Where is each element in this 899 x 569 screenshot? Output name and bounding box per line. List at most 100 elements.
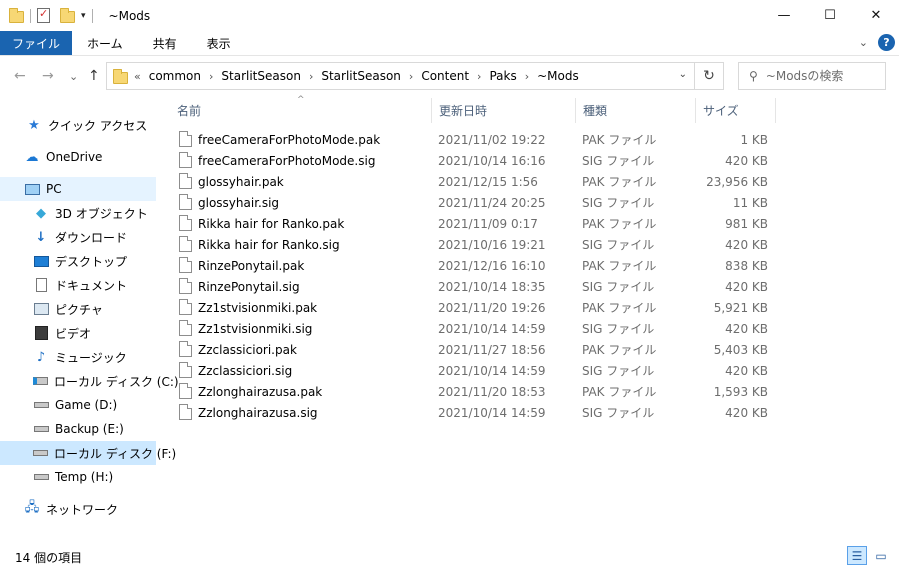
- maximize-button[interactable]: ☐: [807, 0, 853, 31]
- sidebar-item-pc[interactable]: PC: [0, 177, 156, 201]
- column-header-name[interactable]: 名前: [169, 98, 423, 123]
- file-size: 420 KB: [725, 279, 768, 294]
- sidebar-item-pictures[interactable]: ピクチャ: [0, 297, 156, 321]
- file-name: freeCameraForPhotoMode.sig: [198, 153, 376, 168]
- sidebar-item-drive-f[interactable]: ローカル ディスク (F:): [0, 441, 176, 465]
- table-row[interactable]: glossyhair.pak 2021/12/15 1:56 PAK ファイル …: [160, 171, 780, 192]
- recent-locations-dropdown[interactable]: ⌄: [69, 70, 78, 83]
- download-icon: ↓: [35, 229, 47, 245]
- file-icon: [179, 299, 192, 315]
- sidebar-item-quick-access[interactable]: ★ クイック アクセス: [0, 113, 156, 137]
- chevron-right-icon[interactable]: ›: [409, 70, 413, 83]
- refresh-button[interactable]: ↻: [695, 62, 724, 90]
- up-button[interactable]: ↑: [88, 68, 100, 84]
- breadcrumb-item[interactable]: Paks: [489, 69, 516, 83]
- chevron-right-icon[interactable]: ›: [209, 70, 213, 83]
- file-name: Zzclassiciori.pak: [198, 342, 297, 357]
- tab-share[interactable]: 共有: [138, 31, 192, 55]
- sidebar-item-videos[interactable]: ビデオ: [0, 321, 156, 345]
- sidebar-item-drive-d[interactable]: Game (D:): [0, 393, 156, 417]
- file-date: 2021/10/14 18:35: [438, 279, 546, 294]
- properties-icon[interactable]: [37, 7, 50, 23]
- pc-icon: [24, 181, 40, 197]
- table-row[interactable]: Zzclassiciori.sig 2021/10/14 14:59 SIG フ…: [160, 360, 780, 381]
- tab-home[interactable]: ホーム: [72, 31, 138, 55]
- column-divider[interactable]: [775, 98, 776, 123]
- customize-toolbar-dropdown-icon[interactable]: ▾: [81, 11, 86, 21]
- file-date: 2021/11/24 20:25: [438, 195, 546, 210]
- table-row[interactable]: Zz1stvisionmiki.pak 2021/11/20 19:26 PAK…: [160, 297, 780, 318]
- address-bar[interactable]: « common › StarlitSeason › StarlitSeason…: [106, 62, 695, 90]
- table-row[interactable]: glossyhair.sig 2021/11/24 20:25 SIG ファイル…: [160, 192, 780, 213]
- table-row[interactable]: Zz1stvisionmiki.sig 2021/10/14 14:59 SIG…: [160, 318, 780, 339]
- column-header-date[interactable]: 更新日時: [431, 98, 575, 123]
- sidebar-item-label: ビデオ: [55, 326, 92, 341]
- chevron-right-icon[interactable]: ›: [477, 70, 481, 83]
- sidebar-item-drive-e[interactable]: Backup (E:): [0, 417, 156, 441]
- close-button[interactable]: ✕: [853, 0, 899, 31]
- file-type: PAK ファイル: [582, 385, 657, 399]
- search-input[interactable]: [765, 69, 876, 83]
- forward-button[interactable]: →: [42, 68, 54, 84]
- column-header-type[interactable]: 種類: [575, 98, 695, 123]
- breadcrumb-item[interactable]: StarlitSeason: [321, 69, 401, 83]
- chevron-right-icon[interactable]: ›: [525, 70, 529, 83]
- tab-view[interactable]: 表示: [192, 31, 246, 55]
- breadcrumb-item[interactable]: common: [149, 69, 201, 83]
- back-button[interactable]: ←: [14, 68, 26, 84]
- sidebar-item-music[interactable]: ♪ ミュージック: [0, 345, 156, 369]
- table-row[interactable]: RinzePonytail.pak 2021/12/16 16:10 PAK フ…: [160, 255, 780, 276]
- table-row[interactable]: Zzlonghairazusa.sig 2021/10/14 14:59 SIG…: [160, 402, 780, 423]
- file-date: 2021/10/14 14:59: [438, 321, 546, 336]
- sidebar-item-label: 3D オブジェクト: [55, 206, 148, 221]
- address-dropdown-icon[interactable]: ⌄: [679, 69, 687, 80]
- file-size: 420 KB: [725, 153, 768, 168]
- picture-icon: [33, 301, 49, 317]
- breadcrumb-overflow[interactable]: «: [134, 70, 141, 83]
- file-size: 420 KB: [725, 363, 768, 378]
- file-list: freeCameraForPhotoMode.pak 2021/11/02 19…: [160, 129, 780, 423]
- chevron-right-icon[interactable]: ›: [309, 70, 313, 83]
- file-type: PAK ファイル: [582, 259, 657, 273]
- sidebar-item-desktop[interactable]: デスクトップ: [0, 249, 156, 273]
- details-view-icon[interactable]: ☰: [847, 546, 867, 565]
- folder-icon[interactable]: [9, 8, 24, 23]
- sidebar-item-network[interactable]: 🖧 ネットワーク: [0, 497, 156, 521]
- table-row[interactable]: freeCameraForPhotoMode.sig 2021/10/14 16…: [160, 150, 780, 171]
- search-box[interactable]: ⚲: [738, 62, 886, 90]
- sidebar-item-onedrive[interactable]: ☁ OneDrive: [0, 145, 156, 169]
- window-controls: — ☐ ✕: [761, 0, 899, 31]
- table-row[interactable]: Zzlonghairazusa.pak 2021/11/20 18:53 PAK…: [160, 381, 780, 402]
- sidebar-item-3d-objects[interactable]: ◆ 3D オブジェクト: [0, 201, 156, 225]
- breadcrumb-item-current[interactable]: ~Mods: [537, 69, 579, 83]
- file-size: 1,593 KB: [713, 384, 768, 399]
- breadcrumb-item[interactable]: Content: [421, 69, 469, 83]
- help-icon[interactable]: ?: [878, 34, 895, 51]
- sidebar-item-drive-c[interactable]: ローカル ディスク (C:): [0, 369, 179, 393]
- table-row[interactable]: Zzclassiciori.pak 2021/11/27 18:56 PAK フ…: [160, 339, 780, 360]
- drive-icon: [33, 445, 48, 461]
- sidebar-item-drive-h[interactable]: Temp (H:): [0, 465, 156, 489]
- breadcrumb-item[interactable]: StarlitSeason: [221, 69, 301, 83]
- column-header-size[interactable]: サイズ: [695, 98, 775, 123]
- large-icons-view-icon[interactable]: ▭: [871, 546, 891, 565]
- sidebar-item-documents[interactable]: ドキュメント: [0, 273, 156, 297]
- file-size: 1 KB: [740, 132, 768, 147]
- file-icon: [179, 341, 192, 357]
- new-folder-icon[interactable]: [60, 8, 75, 23]
- table-row[interactable]: Rikka hair for Ranko.pak 2021/11/09 0:17…: [160, 213, 780, 234]
- table-row[interactable]: Rikka hair for Ranko.sig 2021/10/16 19:2…: [160, 234, 780, 255]
- file-name: Rikka hair for Ranko.pak: [198, 216, 345, 231]
- minimize-button[interactable]: —: [761, 0, 807, 31]
- file-type: SIG ファイル: [582, 322, 655, 336]
- file-icon: [179, 215, 192, 231]
- ribbon-tabs: ファイル ホーム 共有 表示 ⌄ ?: [0, 31, 899, 56]
- expand-ribbon-chevron-icon[interactable]: ⌄: [859, 36, 868, 49]
- file-icon: [179, 320, 192, 336]
- table-row[interactable]: RinzePonytail.sig 2021/10/14 18:35 SIG フ…: [160, 276, 780, 297]
- sidebar-item-downloads[interactable]: ↓ ダウンロード: [0, 225, 156, 249]
- ribbon-right-controls: ⌄ ?: [859, 34, 895, 51]
- table-row[interactable]: freeCameraForPhotoMode.pak 2021/11/02 19…: [160, 129, 780, 150]
- tab-file[interactable]: ファイル: [0, 31, 73, 55]
- window-title: ~Mods: [108, 8, 151, 23]
